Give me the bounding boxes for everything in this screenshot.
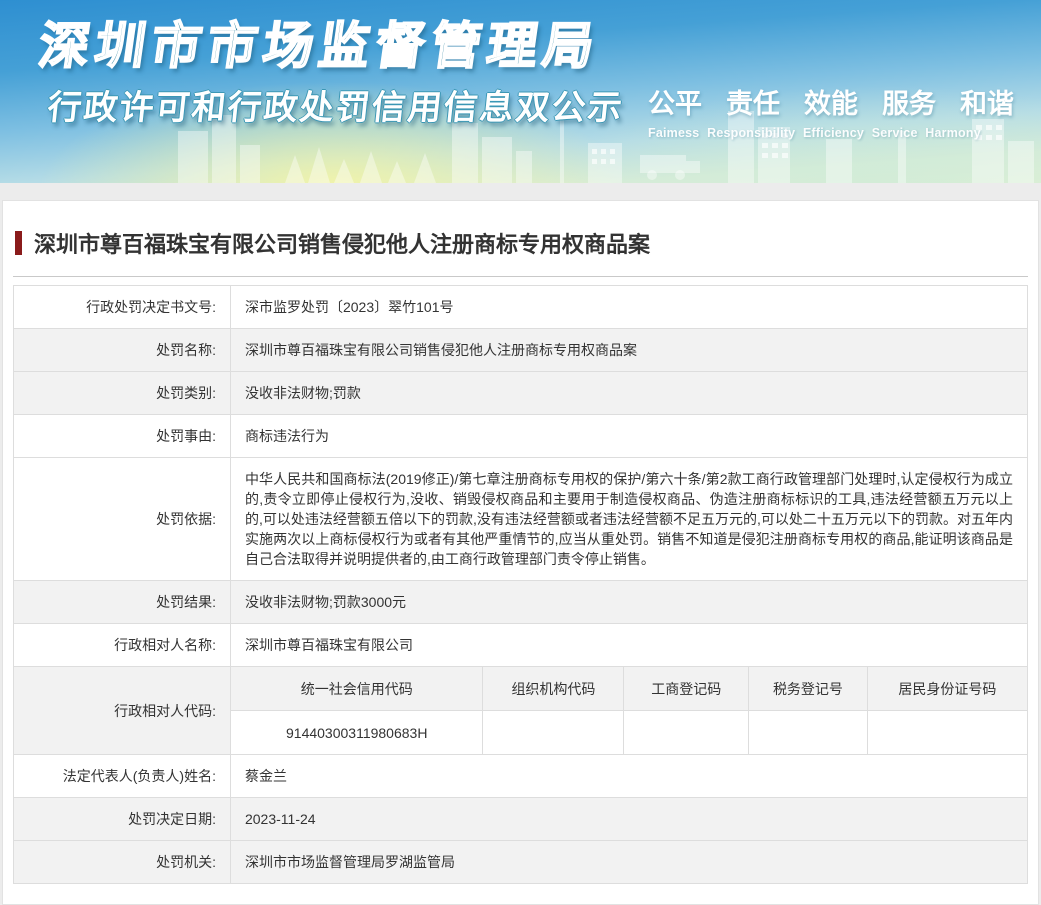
title-divider	[13, 276, 1028, 277]
table-row: 行政相对人名称: 深圳市尊百福珠宝有限公司	[13, 623, 1029, 667]
value-cn-harmony: 和谐	[960, 89, 1014, 119]
banner-subtitle: 行政许可和行政处罚信用信息双公示	[45, 89, 626, 127]
table-row: 行政处罚决定书文号: 深市监罗处罚〔2023〕翠竹101号	[13, 285, 1029, 329]
table-row: 处罚名称: 深圳市尊百福珠宝有限公司销售侵犯他人注册商标专用权商品案	[13, 328, 1029, 372]
code-value: 91440300311980683H	[229, 710, 484, 755]
code-col-header: 居民身份证号码	[866, 666, 1029, 711]
field-value: 中华人民共和国商标法(2019修正)/第七章注册商标专用权的保护/第六十条/第2…	[229, 457, 1029, 581]
field-label: 行政相对人名称:	[13, 623, 231, 667]
header-banner: 深圳市市场监督管理局 行政许可和行政处罚信用信息双公示 公平 责任 效能 服务 …	[0, 0, 1041, 183]
code-value	[482, 710, 625, 755]
field-label: 处罚决定日期:	[13, 797, 231, 841]
field-label: 处罚事由:	[13, 414, 231, 458]
content-card: 深圳市尊百福珠宝有限公司销售侵犯他人注册商标专用权商品案 行政处罚决定书文号: …	[2, 200, 1039, 905]
code-value	[623, 710, 750, 755]
code-value	[748, 710, 868, 755]
table-row: 处罚决定日期: 2023-11-24	[13, 797, 1029, 841]
field-value: 蔡金兰	[229, 754, 1029, 798]
banner-values-block: 公平 责任 效能 服务 和谐 Faimess Responsibility Ef…	[648, 82, 1018, 140]
field-value: 深圳市市场监督管理局罗湖监管局	[229, 840, 1029, 884]
table-row: 处罚结果: 没收非法财物;罚款3000元	[13, 580, 1029, 624]
values-cn-row: 公平 责任 效能 服务 和谐	[648, 82, 1018, 121]
field-value: 深市监罗处罚〔2023〕翠竹101号	[229, 285, 1029, 329]
field-label: 处罚名称:	[13, 328, 231, 372]
table-row: 处罚事由: 商标违法行为	[13, 414, 1029, 458]
field-value: 没收非法财物;罚款3000元	[229, 580, 1029, 624]
code-col-header: 工商登记码	[623, 666, 750, 711]
field-value: 深圳市尊百福珠宝有限公司销售侵犯他人注册商标专用权商品案	[229, 328, 1029, 372]
case-title: 深圳市尊百福珠宝有限公司销售侵犯他人注册商标专用权商品案	[34, 232, 651, 257]
field-label: 处罚机关:	[13, 840, 231, 884]
table-row: 法定代表人(负责人)姓名: 蔡金兰	[13, 754, 1029, 798]
title-accent-bar	[15, 231, 22, 255]
field-value: 深圳市尊百福珠宝有限公司	[229, 623, 1029, 667]
value-cn-service: 服务	[882, 89, 936, 119]
value-cn-efficiency: 效能	[804, 89, 858, 119]
field-label: 处罚结果:	[13, 580, 231, 624]
field-value: 2023-11-24	[229, 797, 1029, 841]
code-col-header: 统一社会信用代码	[229, 666, 484, 711]
field-value: 没收非法财物;罚款	[229, 371, 1029, 415]
value-cn-fairness: 公平	[648, 89, 702, 119]
code-value	[866, 710, 1029, 755]
table-row-code-headers: 行政相对人代码: 统一社会信用代码 组织机构代码 工商登记码 税务登记号 居民身…	[13, 666, 1029, 755]
case-title-row: 深圳市尊百福珠宝有限公司销售侵犯他人注册商标专用权商品案	[13, 227, 1028, 259]
field-label: 行政相对人代码:	[13, 666, 231, 755]
table-row: 处罚类别: 没收非法财物;罚款	[13, 371, 1029, 415]
field-label: 处罚类别:	[13, 371, 231, 415]
field-label: 行政处罚决定书文号:	[13, 285, 231, 329]
values-en-row: Faimess Responsibility Efficiency Servic…	[648, 126, 981, 140]
code-col-header: 组织机构代码	[482, 666, 625, 711]
value-cn-responsibility: 责任	[726, 89, 780, 119]
agency-title: 深圳市市场监督管理局	[35, 17, 605, 75]
penalty-detail-table: 行政处罚决定书文号: 深市监罗处罚〔2023〕翠竹101号 处罚名称: 深圳市尊…	[13, 285, 1029, 884]
table-row: 处罚机关: 深圳市市场监督管理局罗湖监管局	[13, 840, 1029, 884]
table-row: 处罚依据: 中华人民共和国商标法(2019修正)/第七章注册商标专用权的保护/第…	[13, 457, 1029, 581]
field-label: 处罚依据:	[13, 457, 231, 581]
field-label: 法定代表人(负责人)姓名:	[13, 754, 231, 798]
code-col-header: 税务登记号	[748, 666, 868, 711]
field-value: 商标违法行为	[229, 414, 1029, 458]
